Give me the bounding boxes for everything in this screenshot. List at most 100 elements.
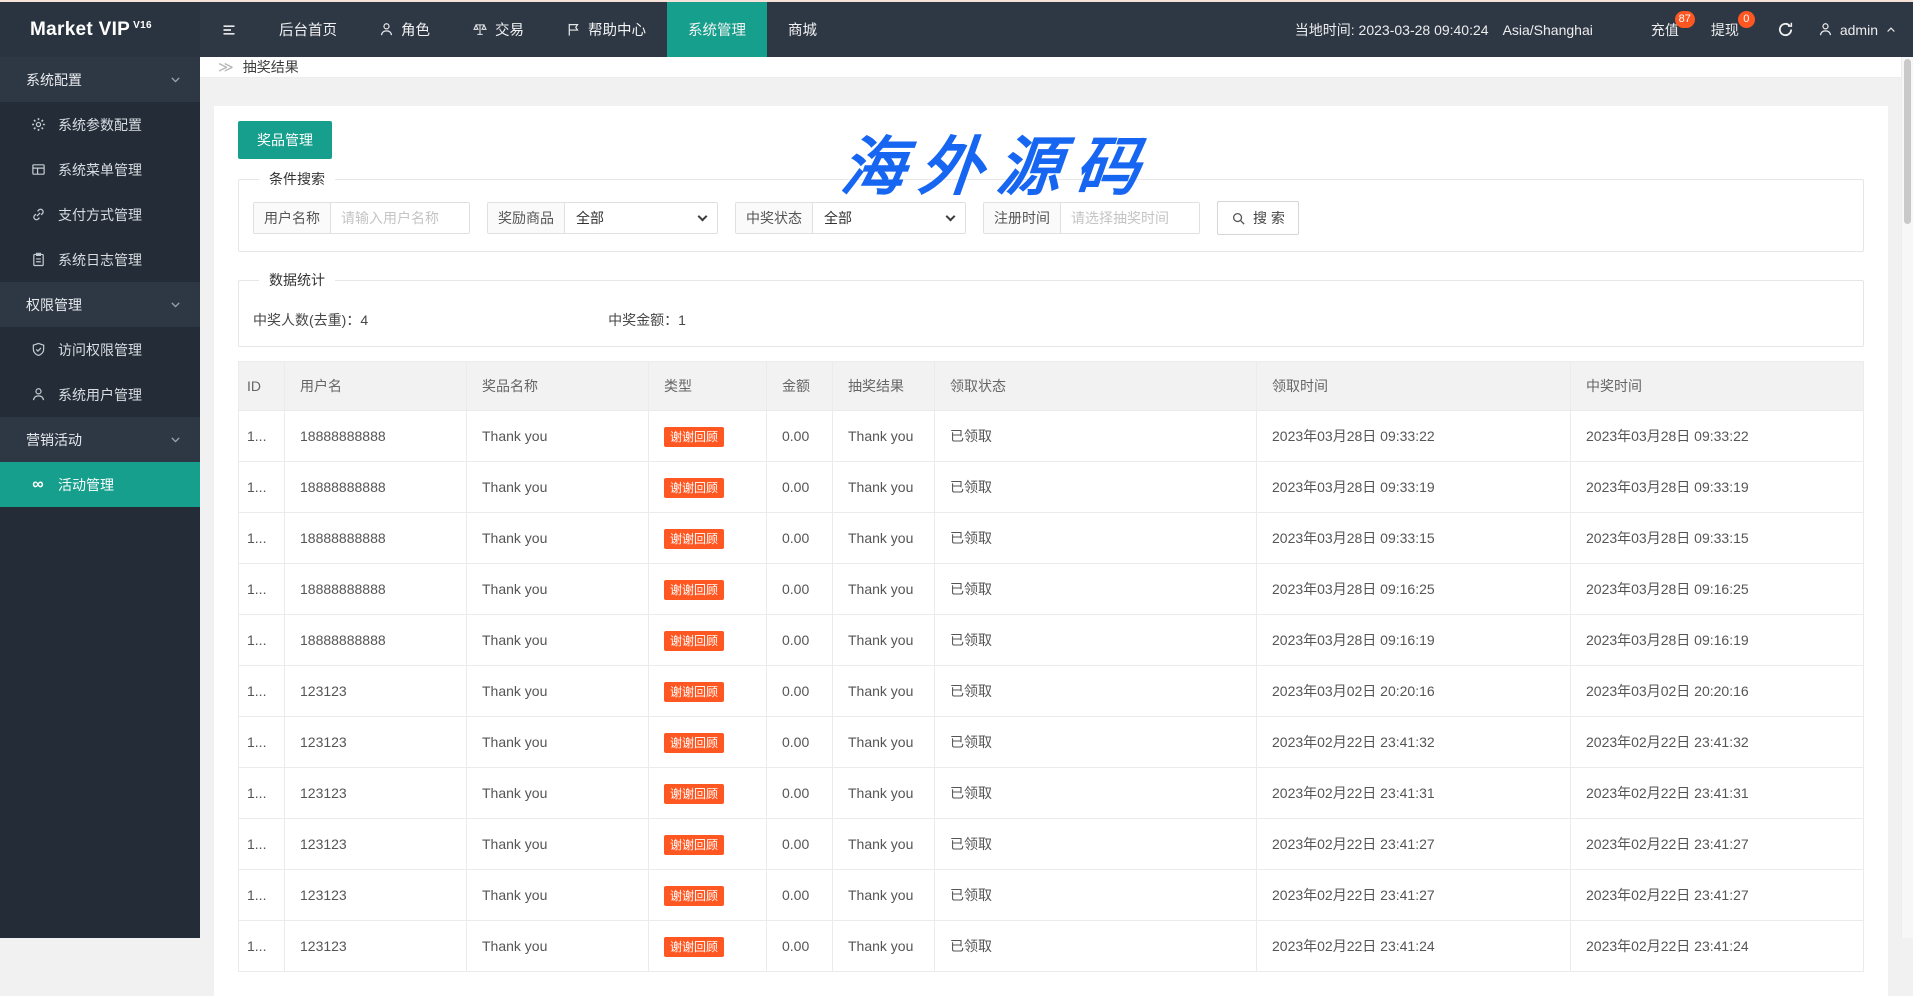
sidebar-item-system-logs[interactable]: 系统日志管理 — [0, 237, 200, 282]
cell-claim_time: 2023年02月22日 23:41:24 — [1256, 920, 1571, 972]
nav-item-mall[interactable]: 商城 — [767, 2, 838, 57]
draw-time-input[interactable] — [1061, 203, 1199, 233]
sidebar-item-activity-management[interactable]: ∞ 活动管理 — [0, 462, 200, 507]
cell-claim_time: 2023年03月28日 09:33:22 — [1256, 410, 1571, 462]
search-legend: 条件搜索 — [269, 171, 325, 187]
cell-claim_status: 已领取 — [934, 614, 1257, 666]
type-badge: 谢谢回顾 — [664, 477, 725, 498]
nav-item-menu-toggle[interactable] — [200, 2, 258, 57]
cell-id: 1... — [238, 818, 285, 870]
sidebar-item-access-permissions[interactable]: 访问权限管理 — [0, 327, 200, 372]
sidebar-item-label: 系统日志管理 — [58, 251, 142, 268]
sidebar: 系统配置 系统参数配置 系统菜单管理 支付方式管理系统日志管理权限管理访问权限管理 系统… — [0, 57, 200, 938]
sidebar-item-system-params[interactable]: 系统参数配置 — [0, 102, 200, 147]
refresh-button[interactable] — [1777, 21, 1794, 38]
prize-select-value: 全部 — [576, 210, 604, 226]
cell-result: Thank you — [832, 563, 935, 615]
cell-username: 18888888888 — [284, 563, 467, 615]
cell-claim_status: 已领取 — [934, 869, 1257, 921]
table-row: 1... 123123 Thank you 谢谢回顾 0.00 Thank you 已领取 2… — [238, 920, 1864, 972]
col-header-result: 抽奖结果 — [832, 361, 935, 411]
cell-win_time: 2023年03月28日 09:16:25 — [1570, 563, 1864, 615]
grid-icon — [30, 162, 46, 177]
cell-claim_status: 已领取 — [934, 767, 1257, 819]
cell-type: 谢谢回顾 — [648, 818, 767, 870]
cell-claim_time: 2023年03月28日 09:33:15 — [1256, 512, 1571, 564]
cell-win_time: 2023年03月02日 20:20:16 — [1570, 665, 1864, 717]
cell-id: 1... — [238, 716, 285, 768]
status-select[interactable]: 全部 — [813, 203, 965, 233]
cell-amount: 0.00 — [766, 920, 833, 972]
col-header-username: 用户名 — [284, 361, 467, 411]
cell-win_time: 2023年03月28日 09:33:15 — [1570, 512, 1864, 564]
recharge-button[interactable]: 充值 87 — [1635, 10, 1695, 40]
sidebar-group-system-config[interactable]: 系统配置 — [0, 57, 200, 102]
cell-win_time: 2023年02月22日 23:41:27 — [1570, 869, 1864, 921]
cell-prize: Thank you — [466, 767, 649, 819]
sidebar-item-payment-methods[interactable]: 支付方式管理 — [0, 192, 200, 237]
sidebar-group-permissions[interactable]: 权限管理 — [0, 282, 200, 327]
cell-amount: 0.00 — [766, 410, 833, 462]
nav-item-label: 帮助中心 — [588, 23, 646, 39]
cell-username: 18888888888 — [284, 512, 467, 564]
cell-result: Thank you — [832, 461, 935, 513]
cell-type: 谢谢回顾 — [648, 665, 767, 717]
withdraw-label: 提现 — [1710, 21, 1739, 38]
col-header-win_time: 中奖时间 — [1570, 361, 1864, 411]
cell-win_time: 2023年02月22日 23:41:31 — [1570, 767, 1864, 819]
nav-item-roles[interactable]: 角色 — [358, 2, 451, 57]
search-button[interactable]: 搜 索 — [1217, 201, 1299, 235]
sidebar-item-system-users[interactable]: 系统用户管理 — [0, 372, 200, 417]
nav-item-help-center[interactable]: 帮助中心 — [545, 2, 667, 57]
cell-claim_status: 已领取 — [934, 665, 1257, 717]
cell-type: 谢谢回顾 — [648, 920, 767, 972]
admin-menu[interactable]: admin — [1812, 22, 1897, 38]
prize-select[interactable]: 全部 — [565, 203, 717, 233]
type-badge: 谢谢回顾 — [664, 630, 725, 651]
withdraw-button[interactable]: 提现 0 — [1695, 10, 1755, 40]
sidebar-item-system-menu[interactable]: 系统菜单管理 — [0, 147, 200, 192]
winners-label: 中奖人数(去重)： — [253, 312, 361, 328]
scrollbar-thumb[interactable] — [1904, 59, 1911, 224]
type-badge: 谢谢回顾 — [664, 681, 725, 702]
cell-type: 谢谢回顾 — [648, 614, 767, 666]
nav-item-trade[interactable]: 交易 — [451, 2, 545, 57]
cell-type: 谢谢回顾 — [648, 767, 767, 819]
stats-row: 中奖人数(去重)：4 中奖金额：1 — [253, 302, 1849, 330]
page-scrollbar[interactable] — [1901, 57, 1913, 938]
cell-id: 1... — [238, 767, 285, 819]
time-filter: 注册时间 — [983, 202, 1200, 234]
type-badge: 谢谢回顾 — [664, 936, 725, 957]
chevron-down-icon — [169, 73, 182, 86]
nav-item-home[interactable]: 后台首页 — [258, 2, 358, 57]
cell-claim_status: 已领取 — [934, 716, 1257, 768]
app-logo[interactable]: Market VIP V16 — [0, 2, 200, 57]
cell-username: 18888888888 — [284, 614, 467, 666]
cell-result: Thank you — [832, 716, 935, 768]
cell-claim_status: 已领取 — [934, 920, 1257, 972]
table-header-row: ID 用户名 奖品名称 类型 金额 抽奖结果 领取状态 领取时间 中奖时间 — [238, 361, 1864, 411]
cell-username: 18888888888 — [284, 461, 467, 513]
username-filter: 用户名称 — [253, 202, 470, 234]
winners-stat: 中奖人数(去重)：4 — [253, 310, 368, 330]
chevron-down-icon — [945, 211, 956, 221]
clipboard-icon — [30, 252, 46, 267]
amount-label: 中奖金额： — [608, 312, 679, 328]
cell-amount: 0.00 — [766, 461, 833, 513]
cell-prize: Thank you — [466, 920, 649, 972]
chevron-up-icon — [1885, 24, 1897, 36]
sidebar-group-marketing[interactable]: 营销活动 — [0, 417, 200, 462]
type-badge: 谢谢回顾 — [664, 885, 725, 906]
nav-item-system-management[interactable]: 系统管理 — [667, 2, 767, 57]
sidebar-item-label: 访问权限管理 — [58, 341, 142, 358]
scales-icon — [472, 22, 488, 37]
cell-result: Thank you — [832, 512, 935, 564]
sidebar-item-label: 系统用户管理 — [58, 386, 142, 403]
app-version: V16 — [133, 20, 152, 31]
cell-id: 1... — [238, 563, 285, 615]
username-input[interactable] — [331, 203, 469, 233]
infinity-icon: ∞ — [32, 475, 44, 493]
prize-management-button[interactable]: 奖品管理 — [238, 121, 332, 159]
cell-type: 谢谢回顾 — [648, 410, 767, 462]
cell-id: 1... — [238, 461, 285, 513]
